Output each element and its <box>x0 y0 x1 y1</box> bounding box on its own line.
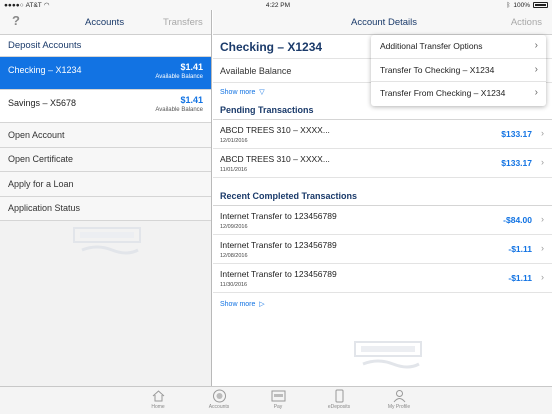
menu-transfer-from-checking[interactable]: Transfer From Checking – X1234 › <box>371 82 546 106</box>
tab-transfers[interactable]: Transfers <box>163 17 203 28</box>
battery-icon <box>532 2 548 8</box>
carrier-label: AT&T <box>25 1 42 9</box>
transaction-description: Internet Transfer to 123456789 <box>220 211 337 221</box>
menu-item-label: Additional Transfer Options <box>380 41 483 51</box>
menu-apply-loan[interactable]: Apply for a Loan <box>0 172 211 197</box>
transaction-description: ABCD TREES 310 – XXXX... <box>220 154 330 164</box>
tab-home[interactable]: Home <box>133 389 183 410</box>
tab-label: My Profile <box>387 404 411 410</box>
transaction-amount: -$1.11 <box>508 273 532 283</box>
left-nav-bar: ? Accounts Transfers <box>0 10 211 35</box>
home-icon <box>152 390 164 402</box>
transaction-date: 11/30/2016 <box>220 282 248 288</box>
chevron-right-icon: › <box>541 272 544 282</box>
play-icon: ▷ <box>257 301 265 308</box>
account-row-savings[interactable]: Savings – X5678 $1.41 Available Balance <box>0 90 211 123</box>
chevron-right-icon: › <box>534 40 538 51</box>
chevron-right-icon: › <box>541 128 544 138</box>
tab-label: Accounts <box>208 404 230 410</box>
page-title: Account Details <box>351 17 418 28</box>
account-name: Savings – X5678 <box>8 98 77 108</box>
status-bar: ●●●●○ AT&T ◠ 4:22 PM ᛒ 100% <box>0 0 552 10</box>
transaction-date: 12/08/2016 <box>220 253 248 259</box>
chevron-right-icon: › <box>534 63 538 75</box>
tab-my-profile[interactable]: My Profile <box>374 389 424 410</box>
tab-accounts[interactable]: Accounts <box>85 17 124 28</box>
transaction-row[interactable]: ABCD TREES 310 – XXXX... 11/01/2016 $133… <box>213 149 552 178</box>
actions-button[interactable]: Actions <box>511 17 542 28</box>
signal-icon: ●●●●○ <box>4 1 24 9</box>
account-balance: $1.41 <box>180 62 203 72</box>
menu-open-certificate[interactable]: Open Certificate <box>0 147 211 172</box>
deposit-accounts-heading: Deposit Accounts <box>0 35 211 57</box>
tab-label: eDeposits <box>327 404 351 410</box>
menu-additional-transfer-options[interactable]: Additional Transfer Options › <box>371 35 546 59</box>
transaction-date: 11/01/2016 <box>220 167 248 173</box>
transaction-amount: -$1.11 <box>508 244 532 254</box>
menu-transfer-to-checking[interactable]: Transfer To Checking – X1234 › <box>371 59 546 82</box>
tab-edeposits[interactable]: eDeposits <box>314 389 364 410</box>
menu-item-label: Transfer To Checking – X1234 <box>380 64 495 75</box>
tab-label: Pay <box>273 404 283 410</box>
completed-transactions-heading: Recent Completed Transactions <box>213 187 552 206</box>
actions-menu: Additional Transfer Options › Transfer T… <box>371 35 546 106</box>
menu-item-label: Transfer From Checking – X1234 <box>380 88 506 98</box>
transaction-description: ABCD TREES 310 – XXXX... <box>220 125 330 135</box>
chevron-right-icon: › <box>541 243 544 253</box>
account-balance: $1.41 <box>180 95 203 105</box>
transaction-description: Internet Transfer to 123456789 <box>220 240 337 250</box>
show-more-label: Show more <box>220 89 256 96</box>
transaction-amount: $133.17 <box>501 129 532 139</box>
account-balance-label: Available Balance <box>155 107 203 113</box>
account-row-checking[interactable]: Checking – X1234 $1.41 Available Balance <box>0 57 211 90</box>
tab-label: Home <box>151 404 165 410</box>
transaction-amount: -$84.00 <box>503 215 532 225</box>
watermark-logo <box>73 227 141 255</box>
chevron-down-icon: ▽ <box>257 89 265 96</box>
pay-icon <box>271 390 285 402</box>
tab-pay[interactable]: Pay <box>253 389 303 410</box>
transaction-row[interactable]: Internet Transfer to 123456789 11/30/201… <box>213 264 552 293</box>
watermark-logo <box>354 341 422 369</box>
transaction-row[interactable]: Internet Transfer to 123456789 12/09/201… <box>213 206 552 235</box>
wifi-icon: ◠ <box>43 2 50 9</box>
account-balance-label: Available Balance <box>155 74 203 80</box>
show-more-label: Show more <box>220 301 256 308</box>
help-icon[interactable]: ? <box>12 13 20 28</box>
menu-application-status[interactable]: Application Status <box>0 196 211 221</box>
transaction-date: 12/01/2016 <box>220 138 248 144</box>
chevron-right-icon: › <box>534 87 538 98</box>
battery-label: 100% <box>513 1 530 9</box>
bottom-tab-bar: Home Accounts Pay eDeposits My Profile <box>0 386 552 414</box>
menu-open-account[interactable]: Open Account <box>0 123 211 148</box>
profile-icon <box>393 390 405 403</box>
clock: 4:22 PM <box>265 1 291 9</box>
transaction-row[interactable]: ABCD TREES 310 – XXXX... 12/01/2016 $133… <box>213 120 552 149</box>
accounts-icon <box>212 389 226 403</box>
accounts-panel: ? Accounts Transfers Deposit Accounts Ch… <box>0 10 212 386</box>
show-more-completed-link[interactable]: Show more ▷ <box>213 293 552 311</box>
transaction-date: 12/09/2016 <box>220 224 248 230</box>
edeposits-icon <box>335 389 343 403</box>
right-nav-bar: Account Details Actions <box>213 10 552 35</box>
bluetooth-icon: ᛒ <box>506 1 511 9</box>
chevron-right-icon: › <box>541 214 544 224</box>
account-name: Checking – X1234 <box>8 65 82 75</box>
tab-accounts-bottom[interactable]: Accounts <box>194 389 244 410</box>
transaction-row[interactable]: Internet Transfer to 123456789 12/08/201… <box>213 235 552 264</box>
chevron-right-icon: › <box>541 157 544 167</box>
transaction-description: Internet Transfer to 123456789 <box>220 269 337 279</box>
transaction-amount: $133.17 <box>501 158 532 168</box>
